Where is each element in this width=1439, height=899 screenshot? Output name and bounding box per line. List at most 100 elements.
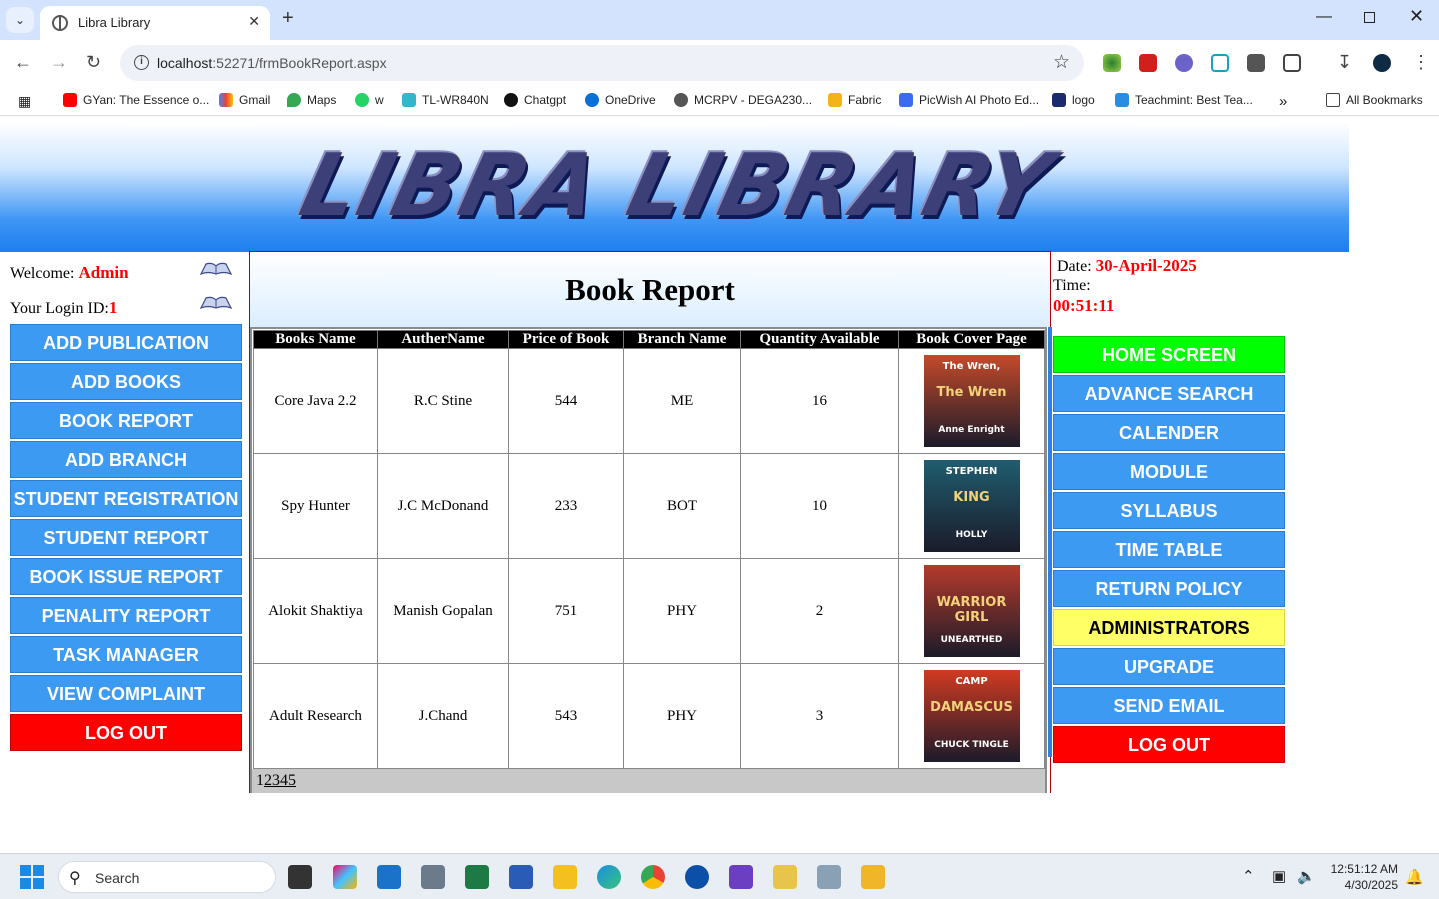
profile-avatar-icon[interactable] <box>1373 54 1391 72</box>
volume-icon[interactable]: 🔈 <box>1297 867 1316 885</box>
logout-button-left[interactable]: LOG OUT <box>10 714 242 751</box>
task-manager-button[interactable]: TASK MANAGER <box>10 636 242 673</box>
browser-tab[interactable]: Libra Library ✕ <box>40 6 270 40</box>
url-text[interactable]: localhost:52271/frmBookReport.aspx <box>157 55 387 71</box>
bookmark-gmail[interactable]: Gmail <box>219 93 270 107</box>
paint-icon[interactable] <box>773 865 797 889</box>
network-icon[interactable]: ▣ <box>1272 867 1286 885</box>
add-publication-button[interactable]: ADD PUBLICATION <box>10 324 242 361</box>
minimize-icon[interactable]: — <box>1316 8 1332 26</box>
copilot-icon[interactable] <box>333 865 357 889</box>
tab-close-icon[interactable]: ✕ <box>248 13 260 30</box>
time-table-button[interactable]: TIME TABLE <box>1053 531 1285 568</box>
add-branch-button[interactable]: ADD BRANCH <box>10 441 242 478</box>
bookmark-mcrpv[interactable]: MCRPV - DEGA230... <box>674 93 812 107</box>
teachmint-icon <box>1115 93 1129 107</box>
new-tab-plus-icon[interactable]: + <box>282 7 294 30</box>
window-close-icon[interactable]: ✕ <box>1409 6 1424 27</box>
extension-globe-icon[interactable] <box>1103 54 1121 72</box>
report-header: Book Report <box>250 252 1050 327</box>
page-link-1: 1 <box>256 772 264 789</box>
show-hidden-icons-chevron[interactable]: ⌃ <box>1242 867 1255 885</box>
calender-button[interactable]: CALENDER <box>1053 414 1285 451</box>
book-report-grid: Books Name AutherName Price of Book Bran… <box>250 327 1047 793</box>
book-cover-image: The Wren, The Wren Anne Enright <box>923 355 1020 447</box>
student-registration-button[interactable]: STUDENT REGISTRATION <box>10 480 242 517</box>
send-email-button[interactable]: SEND EMAIL <box>1053 687 1285 724</box>
task-view-icon[interactable] <box>288 865 312 889</box>
book-cover-text: UNEARTHED <box>940 635 1003 645</box>
more-menu-icon[interactable]: ⋮ <box>1412 52 1430 73</box>
advance-search-button[interactable]: ADVANCE SEARCH <box>1053 375 1285 412</box>
bookmark-star-icon[interactable]: ☆ <box>1053 51 1070 74</box>
notepad-icon[interactable] <box>377 865 401 889</box>
onedrive-cloud-icon <box>585 93 599 107</box>
address-bar[interactable]: i localhost:52271/frmBookReport.aspx ☆ <box>120 45 1084 81</box>
tab-search-chevron-icon[interactable]: ⌄ <box>6 7 34 33</box>
taskbar-search-box[interactable]: ⚲ Search <box>58 861 276 893</box>
page-link-4[interactable]: 4 <box>280 772 288 789</box>
bookmark-onedrive[interactable]: OneDrive <box>585 93 656 107</box>
extensions-puzzle-icon[interactable] <box>1283 54 1301 72</box>
word-icon[interactable] <box>509 865 533 889</box>
calculator-icon[interactable] <box>421 865 445 889</box>
module-button[interactable]: MODULE <box>1053 453 1285 490</box>
app-pencil-icon[interactable] <box>861 865 885 889</box>
notification-bell-icon[interactable]: 🔔 <box>1405 868 1424 886</box>
back-arrow-icon[interactable]: ← <box>14 52 32 73</box>
bookmarks-overflow-chevron-icon[interactable]: » <box>1279 93 1287 110</box>
return-policy-button[interactable]: RETURN POLICY <box>1053 570 1285 607</box>
table-cell-cover: The Wren, The Wren Anne Enright <box>898 348 1045 454</box>
s-extension-icon[interactable] <box>1247 54 1265 72</box>
logo-icon <box>1052 93 1066 107</box>
forward-arrow-icon[interactable]: → <box>50 52 68 73</box>
chrome-icon[interactable] <box>641 865 665 889</box>
student-report-button[interactable]: STUDENT REPORT <box>10 519 242 556</box>
bookmark-teachmint[interactable]: Teachmint: Best Tea... <box>1115 93 1253 107</box>
log-out-button[interactable]: LOG OUT <box>1053 726 1285 763</box>
windows-start-icon[interactable] <box>20 865 44 889</box>
add-books-button[interactable]: ADD BOOKS <box>10 363 242 400</box>
excel-icon[interactable] <box>465 865 489 889</box>
taskbar-clock[interactable]: 12:51:12 AM 4/30/2025 <box>1322 861 1398 893</box>
snipping-tool-icon[interactable] <box>817 865 841 889</box>
view-complaint-button[interactable]: VIEW COMPLAINT <box>10 675 242 712</box>
book-report-table: Books Name AutherName Price of Book Bran… <box>253 330 1045 769</box>
table-cell-qty: 16 <box>740 348 899 454</box>
save-extension-icon[interactable] <box>1211 54 1229 72</box>
book-report-button[interactable]: BOOK REPORT <box>10 402 242 439</box>
edge-icon[interactable] <box>597 865 621 889</box>
page-link-5[interactable]: 5 <box>288 772 296 789</box>
current-date: 30-April-2025 <box>1095 256 1197 275</box>
file-explorer-icon[interactable] <box>553 865 577 889</box>
visual-studio-icon[interactable] <box>729 865 753 889</box>
download-icon[interactable]: ↧ <box>1337 52 1352 73</box>
home-screen-button[interactable]: HOME SCREEN <box>1053 336 1285 373</box>
bookmark-maps[interactable]: Maps <box>287 93 336 107</box>
book-cover-text: CAMP <box>955 676 988 687</box>
syllabus-button[interactable]: SYLLABUS <box>1053 492 1285 529</box>
administrators-button[interactable]: ADMINISTRATORS <box>1053 609 1285 646</box>
bookmark-picwish[interactable]: PicWish AI Photo Ed... <box>899 93 1039 107</box>
app-moon-icon[interactable] <box>685 865 709 889</box>
table-row: Alokit Shaktiya Manish Gopalan 751 PHY 2 WARR… <box>253 558 1045 664</box>
book-issue-report-button[interactable]: BOOK ISSUE REPORT <box>10 558 242 595</box>
reload-icon[interactable]: ↻ <box>86 52 101 73</box>
page-link-3[interactable]: 3 <box>272 772 280 789</box>
page-link-2[interactable]: 2 <box>264 772 272 789</box>
bookmark-logo[interactable]: logo <box>1052 93 1095 107</box>
table-cell-qty: 2 <box>740 558 899 664</box>
maximize-icon[interactable] <box>1364 12 1375 23</box>
pdf-extension-icon[interactable] <box>1139 54 1157 72</box>
bookmark-chatgpt[interactable]: Chatgpt <box>504 93 566 107</box>
all-bookmarks-button[interactable]: All Bookmarks <box>1326 93 1423 107</box>
extension-circle-icon[interactable] <box>1175 54 1193 72</box>
apps-grid-icon[interactable]: ▦ <box>18 93 31 110</box>
upgrade-button[interactable]: UPGRADE <box>1053 648 1285 685</box>
site-info-icon[interactable]: i <box>134 55 149 70</box>
bookmark-fabric[interactable]: Fabric <box>828 93 881 107</box>
bookmark-youtube[interactable]: GYan: The Essence o... <box>63 93 209 107</box>
bookmark-whatsapp[interactable]: w <box>355 93 384 107</box>
penality-report-button[interactable]: PENALITY REPORT <box>10 597 242 634</box>
bookmark-tplink[interactable]: TL-WR840N <box>402 93 489 107</box>
